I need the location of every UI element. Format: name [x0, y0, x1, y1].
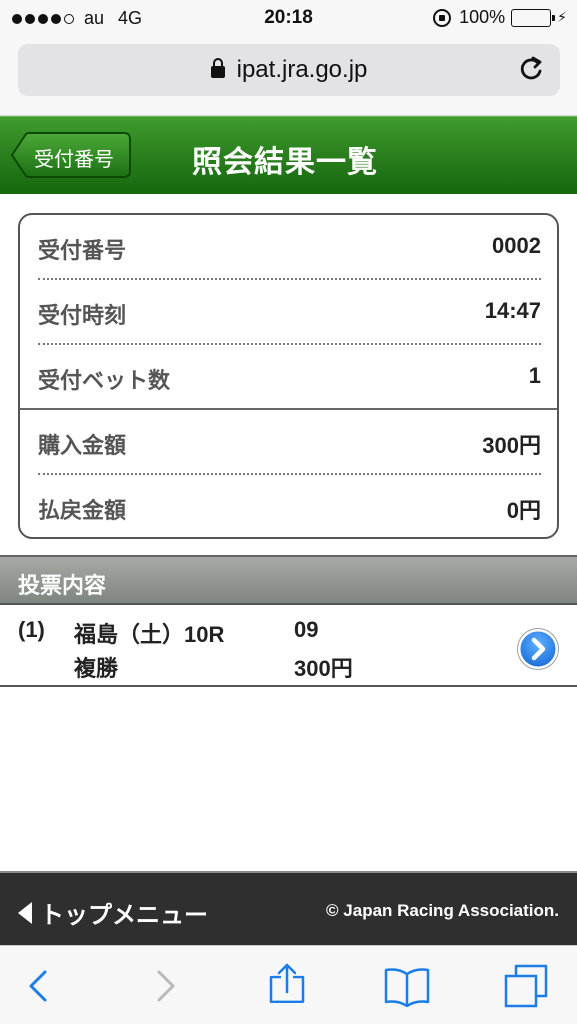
summary-row-bet-count: 受付ベット数 1 [38, 345, 541, 409]
url-text: ipat.jra.go.jp [236, 56, 368, 83]
summary-label: 払戻金額 [38, 498, 127, 523]
copyright-text: © Japan Racing Association. [326, 901, 559, 920]
page-title: 照会結果一覧 [192, 146, 378, 179]
summary-label: 受付番号 [38, 238, 127, 263]
summary-value: 1 [528, 363, 541, 388]
summary-label: 購入金額 [38, 433, 127, 458]
triangle-left-icon [18, 901, 32, 924]
reload-icon[interactable] [516, 54, 546, 84]
summary-label: 受付時刻 [38, 303, 127, 328]
url-display[interactable]: ipat.jra.go.jp [18, 56, 560, 84]
summary-card: 受付番号 0002 受付時刻 14:47 受付ベット数 1 購入金額 300円 … [18, 213, 559, 539]
share-icon[interactable] [263, 962, 311, 1010]
vote-bet-type: 複勝 [74, 656, 119, 681]
page-header: 受付番号 照会結果一覧 [0, 116, 577, 194]
summary-row-receipt-number: 受付番号 0002 [38, 215, 541, 279]
vote-item-row[interactable]: (1) 福島（土）10R 複勝 09 300円 [0, 605, 577, 687]
secure-lock-icon [210, 58, 225, 78]
summary-row-purchase-amount: 購入金額 300円 [38, 410, 541, 474]
vote-horse-number: 09 [294, 617, 319, 642]
vote-venue: 福島（土）10R [74, 622, 225, 647]
chevron-left-icon[interactable] [15, 962, 63, 1010]
charging-bolt-icon: ⚡ [557, 9, 567, 25]
back-button-label: 受付番号 [34, 149, 114, 171]
battery-percent: 100% [459, 7, 506, 27]
vote-index: (1) [18, 617, 45, 642]
summary-value: 0002 [492, 233, 541, 258]
status-right: 100% ⚡ [433, 7, 567, 28]
votes-section-header: 投票内容 [0, 555, 577, 605]
address-bar-area: ipat.jra.go.jp [0, 36, 577, 116]
chevron-right-icon[interactable] [141, 962, 189, 1010]
vote-amount: 300円 [294, 656, 353, 681]
summary-value: 300円 [482, 433, 541, 458]
votes-section-title: 投票内容 [18, 573, 107, 598]
top-menu-link[interactable]: トップメニュー [18, 895, 208, 930]
summary-label: 受付ベット数 [38, 368, 171, 393]
summary-value: 0円 [506, 498, 541, 523]
battery-icon [511, 8, 556, 27]
tabs-icon[interactable] [502, 962, 550, 1010]
address-bar[interactable]: ipat.jra.go.jp [18, 44, 560, 96]
summary-row-receipt-time: 受付時刻 14:47 [38, 280, 541, 344]
page-footer: トップメニュー © Japan Racing Association. [0, 871, 577, 945]
status-bar: au 4G 20:18 100% ⚡ [0, 0, 577, 36]
circle-arrow-right-icon[interactable] [517, 628, 559, 670]
top-menu-label: トップメニュー [40, 902, 208, 929]
browser-toolbar [0, 945, 577, 1024]
back-button[interactable]: 受付番号 [10, 131, 132, 179]
book-icon[interactable] [383, 962, 431, 1010]
summary-row-payout-amount: 払戻金額 0円 [38, 475, 541, 537]
summary-value: 14:47 [484, 298, 541, 323]
rotation-lock-icon [433, 8, 452, 27]
